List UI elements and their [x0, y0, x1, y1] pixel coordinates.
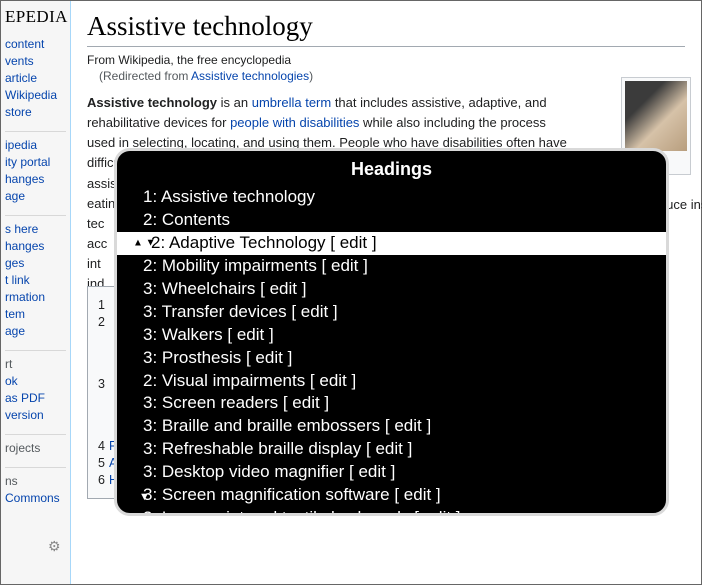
site-logo-text: EPEDIA	[5, 7, 66, 27]
sidebar-item[interactable]: store	[5, 105, 66, 119]
text: tec	[87, 216, 104, 231]
rotor-item-label: 2: Contents	[143, 210, 230, 229]
rotor-item-label: 3: Prosthesis [ edit ]	[143, 348, 292, 367]
rotor-item[interactable]: 3: Refreshable braille display [ edit ]	[117, 438, 666, 461]
rotor-item-label: 3: Large-print and tactile keyboards [ e…	[143, 508, 461, 516]
rotor-item[interactable]: 3: Prosthesis [ edit ]	[117, 347, 666, 370]
redirect-pre: (Redirected from	[99, 69, 191, 83]
rotor-item[interactable]: 3: Wheelchairs [ edit ]	[117, 278, 666, 301]
rotor-item-label: 3: Screen magnification software [ edit …	[143, 485, 441, 504]
rotor-item-label: 3: Transfer devices [ edit ]	[143, 302, 338, 321]
rotor-item[interactable]: ▲ ▼ 2: Adaptive Technology [ edit ]	[117, 232, 666, 255]
sidebar-item[interactable]: rmation	[5, 290, 66, 304]
sidebar-item[interactable]: Commons	[5, 491, 66, 505]
rotor-item[interactable]: 1: Assistive technology	[117, 186, 666, 209]
sidebar-item[interactable]: tem	[5, 307, 66, 321]
rotor-item-label: 2: Mobility impairments [ edit ]	[143, 256, 368, 275]
sidebar-group-4: rt ok as PDF version	[5, 357, 66, 422]
sidebar-item[interactable]: as PDF	[5, 391, 66, 405]
rotor-title: Headings	[117, 151, 666, 186]
sidebar-group-1: content vents article Wikipedia store	[5, 37, 66, 119]
rotor-item-label: 1: Assistive technology	[143, 187, 315, 206]
sidebar-item[interactable]: version	[5, 408, 66, 422]
bold-term: Assistive technology	[87, 95, 217, 110]
sidebar-item[interactable]: ges	[5, 256, 66, 270]
subtitle: From Wikipedia, the free encyclopedia	[87, 53, 685, 67]
rotor-item[interactable]: 3: Screen magnification software [ edit …	[117, 484, 666, 507]
sidebar-group-3: s here hanges ges t link rmation tem age	[5, 222, 66, 338]
sidebar-item[interactable]: vents	[5, 54, 66, 68]
rotor-item-label: 3: Wheelchairs [ edit ]	[143, 279, 306, 298]
rotor-item[interactable]: 3: Transfer devices [ edit ]	[117, 301, 666, 324]
sidebar-item[interactable]: ok	[5, 374, 66, 388]
pwd-link[interactable]: people with disabilities	[230, 115, 359, 130]
sidebar-item[interactable]: hanges	[5, 172, 66, 186]
sidebar-item[interactable]: age	[5, 324, 66, 338]
more-indicator-icon: ▼	[139, 491, 150, 503]
rotor-item-label: 3: Braille and braille embossers [ edit …	[143, 416, 431, 435]
sidebar-item[interactable]: age	[5, 189, 66, 203]
umbrella-link[interactable]: umbrella term	[252, 95, 331, 110]
text: acc	[87, 236, 107, 251]
sidebar-item[interactable]: t link	[5, 273, 66, 287]
rotor-item-label: 3: Desktop video magnifier [ edit ]	[143, 462, 395, 481]
sidebar-group-5: rojects	[5, 441, 66, 455]
sidebar-header: rojects	[5, 441, 66, 455]
rotor-item[interactable]: 2: Contents	[117, 209, 666, 232]
sidebar-item[interactable]: Wikipedia	[5, 88, 66, 102]
image-thumbnail[interactable]	[625, 81, 687, 151]
sidebar-item[interactable]: hanges	[5, 239, 66, 253]
sidebar-group-2: ipedia ity portal hanges age	[5, 138, 66, 203]
redirect-post: )	[309, 69, 313, 83]
rotor-item[interactable]: 3: Braille and braille embossers [ edit …	[117, 415, 666, 438]
page-title: Assistive technology	[87, 11, 685, 47]
sidebar-item[interactable]: content	[5, 37, 66, 51]
rotor-item-label: 3: Screen readers [ edit ]	[143, 393, 329, 412]
rotor-item-label: 2: Adaptive Technology [ edit ]	[151, 233, 377, 252]
rotor-item-label: 3: Walkers [ edit ]	[143, 325, 274, 344]
sidebar-header: rt	[5, 357, 66, 371]
rotor-item-label: 3: Refreshable braille display [ edit ]	[143, 439, 412, 458]
rotor-list[interactable]: 1: Assistive technology 2: Contents ▲ ▼ 2: …	[117, 186, 666, 516]
redirect-link[interactable]: Assistive technologies	[191, 69, 309, 83]
left-sidebar: EPEDIA content vents article Wikipedia s…	[1, 1, 71, 584]
sort-indicator-icon: ▲ ▼	[133, 240, 143, 247]
rotor-item[interactable]: 3: Screen readers [ edit ]	[117, 392, 666, 415]
sidebar-group-6: ns Commons	[5, 474, 66, 505]
rotor-panel[interactable]: Headings 1: Assistive technology 2: Conte…	[114, 148, 669, 516]
sidebar-item[interactable]: ity portal	[5, 155, 66, 169]
gear-icon[interactable]: ⚙	[48, 538, 62, 552]
rotor-item[interactable]: 2: Mobility impairments [ edit ]	[117, 255, 666, 278]
rotor-item[interactable]: 3: Desktop video magnifier [ edit ]	[117, 461, 666, 484]
sidebar-item[interactable]: s here	[5, 222, 66, 236]
redirect-note: (Redirected from Assistive technologies)	[99, 69, 685, 83]
rotor-item-label: 2: Visual impairments [ edit ]	[143, 371, 356, 390]
text: int	[87, 256, 101, 271]
sidebar-item[interactable]: ipedia	[5, 138, 66, 152]
sidebar-header: ns	[5, 474, 66, 488]
text: is an	[217, 95, 252, 110]
rotor-item[interactable]: 3: Large-print and tactile keyboards [ e…	[117, 507, 666, 516]
sidebar-item[interactable]: article	[5, 71, 66, 85]
rotor-item[interactable]: 2: Visual impairments [ edit ]	[117, 370, 666, 393]
rotor-item[interactable]: 3: Walkers [ edit ]	[117, 324, 666, 347]
